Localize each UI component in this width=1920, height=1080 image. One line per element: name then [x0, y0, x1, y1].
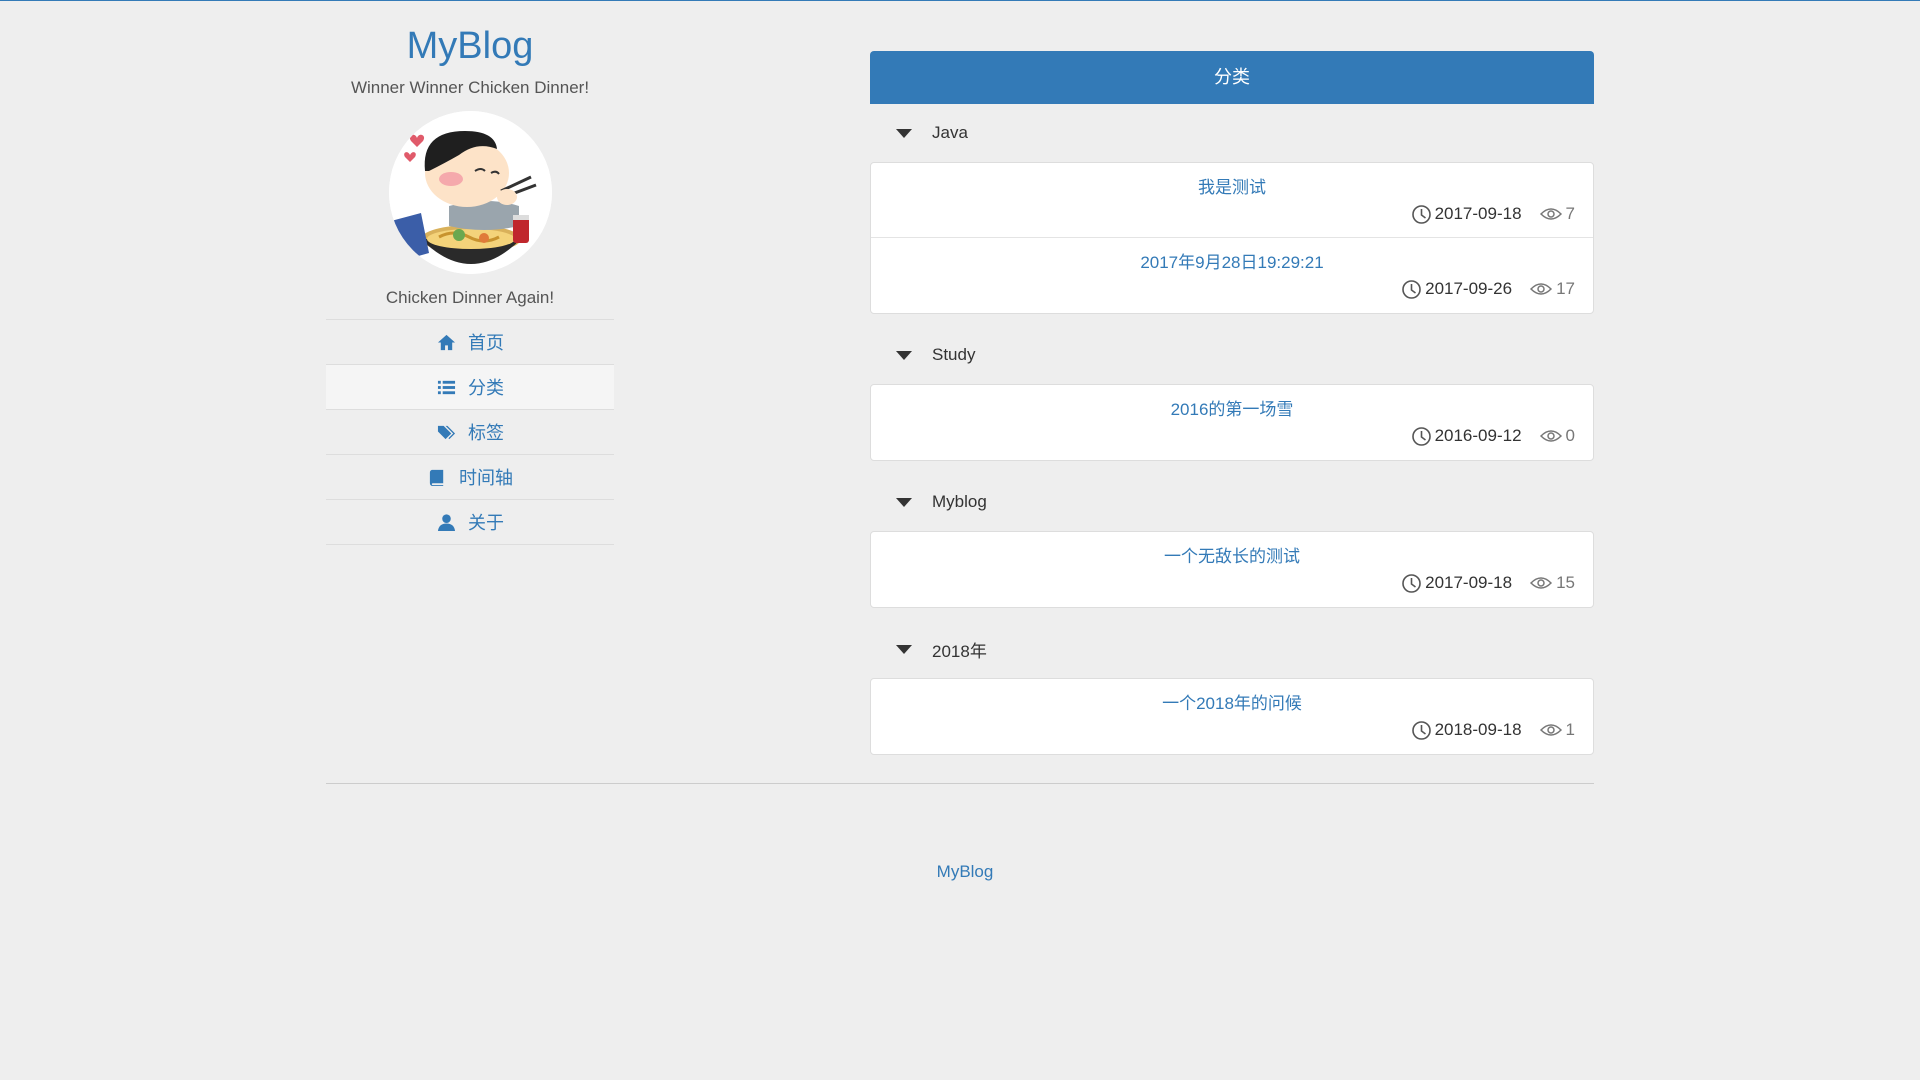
- sidebar-item-label: 标签: [468, 423, 504, 443]
- post-date: 2017-09-26: [1425, 279, 1513, 298]
- post-meta: 2018-09-18 1: [1411, 719, 1575, 741]
- clock-icon: [1411, 426, 1432, 447]
- caret-down-icon: [896, 644, 912, 654]
- avatar-caption: Chicken Dinner Again!: [385, 288, 555, 307]
- category-name: Myblog: [932, 492, 987, 511]
- sidebar-item-categories[interactable]: 分类: [326, 365, 614, 410]
- category-name: Study: [932, 345, 976, 364]
- post-meta: 2016-09-12 0: [1411, 425, 1575, 447]
- list-item: 2017年9月28日19:29:21 2017-09-26 17: [871, 238, 1593, 313]
- list-item: 2016的第一场雪 2016-09-12 0: [871, 385, 1593, 460]
- list-item: 一个2018年的问候 2018-09-18 1: [871, 679, 1593, 754]
- main-content: 分类 Java 我是测试 2017-09-18 7 2017年9月28日19:2…: [870, 51, 1594, 767]
- book-icon: [427, 467, 447, 487]
- post-meta: 2017-09-26 17: [1401, 278, 1575, 300]
- avatar-cartoon-image: [388, 111, 552, 274]
- category-header-2018[interactable]: 2018年: [870, 620, 1594, 678]
- eye-icon: [1539, 207, 1562, 221]
- post-title-link[interactable]: 一个无敌长的测试: [871, 546, 1593, 568]
- post-title-link[interactable]: 我是测试: [871, 177, 1593, 199]
- post-date: 2017-09-18: [1434, 204, 1522, 223]
- post-views: 0: [1565, 426, 1575, 445]
- category-name: 2018年: [932, 641, 987, 661]
- post-meta: 2017-09-18 7: [1411, 203, 1575, 225]
- post-list: 一个2018年的问候 2018-09-18 1: [870, 678, 1594, 755]
- post-views: 1: [1565, 720, 1575, 739]
- list-item: 一个无敌长的测试 2017-09-18 15: [871, 532, 1593, 607]
- tags-icon: [436, 422, 456, 442]
- post-views: 7: [1565, 204, 1575, 223]
- post-title-link[interactable]: 一个2018年的问候: [871, 693, 1593, 715]
- site-title[interactable]: MyBlog: [407, 23, 534, 69]
- post-title-link[interactable]: 2016的第一场雪: [871, 399, 1593, 421]
- sidebar-item-tags[interactable]: 标签: [326, 410, 614, 455]
- sidebar-item-about[interactable]: 关于: [326, 500, 614, 545]
- clock-icon: [1401, 279, 1422, 300]
- eye-icon: [1539, 429, 1562, 443]
- panel-title: 分类: [870, 51, 1594, 104]
- clock-icon: [1411, 204, 1432, 225]
- caret-down-icon: [896, 350, 912, 360]
- list-icon: [436, 377, 456, 397]
- caret-down-icon: [896, 128, 912, 138]
- clock-icon: [1401, 573, 1422, 594]
- clock-icon: [1411, 720, 1432, 741]
- category-name: Java: [932, 123, 968, 142]
- post-views: 15: [1556, 573, 1575, 592]
- post-title-link[interactable]: 2017年9月28日19:29:21: [871, 252, 1593, 274]
- avatar: [388, 111, 552, 274]
- footer-link[interactable]: MyBlog: [0, 861, 1920, 883]
- post-date: 2018-09-18: [1434, 720, 1522, 739]
- sidebar-item-label: 首页: [468, 333, 504, 353]
- sidebar-item-label: 时间轴: [459, 468, 513, 488]
- caret-down-icon: [896, 497, 912, 507]
- post-meta: 2017-09-18 15: [1401, 572, 1575, 594]
- site-subtitle: Winner Winner Chicken Dinner!: [350, 78, 590, 97]
- post-date: 2017-09-18: [1425, 573, 1513, 592]
- sidebar-item-label: 分类: [468, 378, 504, 398]
- eye-icon: [1530, 282, 1553, 296]
- user-icon: [436, 512, 456, 532]
- post-list: 一个无敌长的测试 2017-09-18 15: [870, 531, 1594, 608]
- list-item: 我是测试 2017-09-18 7: [871, 163, 1593, 238]
- category-header-study[interactable]: Study: [870, 326, 1594, 384]
- home-icon: [436, 332, 456, 352]
- footer-divider: [326, 783, 1594, 784]
- category-header-java[interactable]: Java: [870, 104, 1594, 162]
- sidebar-item-home[interactable]: 首页: [326, 320, 614, 365]
- category-header-myblog[interactable]: Myblog: [870, 473, 1594, 531]
- sidebar-item-timeline[interactable]: 时间轴: [326, 455, 614, 500]
- sidebar-item-label: 关于: [468, 513, 504, 533]
- post-list: 我是测试 2017-09-18 7 2017年9月28日19:29:21 201…: [870, 162, 1594, 314]
- post-views: 17: [1556, 279, 1575, 298]
- eye-icon: [1530, 576, 1553, 590]
- sidebar: MyBlog Winner Winner Chicken Dinner! Chi…: [326, 23, 614, 545]
- post-list: 2016的第一场雪 2016-09-12 0: [870, 384, 1594, 461]
- eye-icon: [1539, 723, 1562, 737]
- sidebar-nav: 首页 分类 标签 时间轴 关于: [326, 319, 614, 545]
- post-date: 2016-09-12: [1434, 426, 1522, 445]
